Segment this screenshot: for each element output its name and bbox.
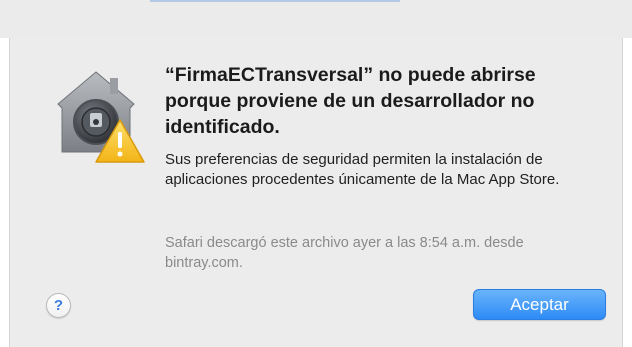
help-button[interactable]: ? [46,293,71,318]
security-alert-dialog: “FirmaECTransversal” no puede abrirse po… [9,38,623,347]
background-window-titlebar [0,0,632,38]
gatekeeper-warning-icon [46,64,146,164]
dialog-message: Sus preferencias de seguridad permiten l… [165,151,560,188]
help-icon: ? [53,297,64,314]
accept-button[interactable]: Aceptar [473,289,606,320]
dialog-title: “FirmaECTransversal” no puede abrirse po… [165,64,536,138]
download-source-info: Safari descargó este archivo ayer a las … [165,235,524,271]
background-window-accent [150,0,400,2]
